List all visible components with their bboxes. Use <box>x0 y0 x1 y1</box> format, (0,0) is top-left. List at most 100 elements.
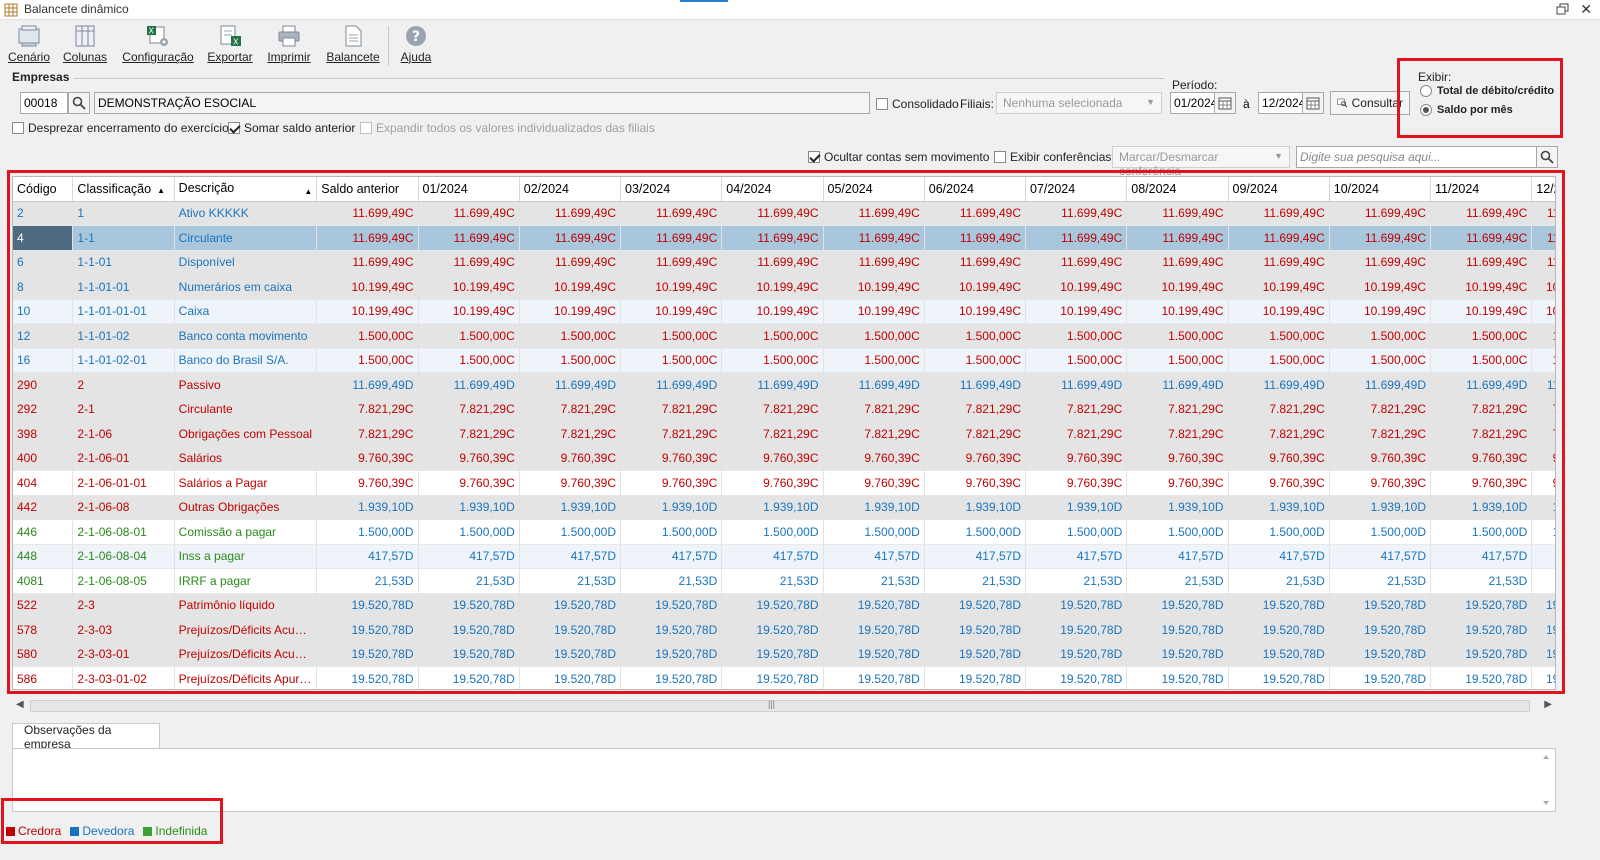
somar-label: Somar saldo anterior <box>244 121 356 135</box>
radio-circle <box>1420 85 1432 97</box>
configuration-label: Configuração <box>122 50 194 64</box>
exibir-label: Exibir: <box>1418 70 1452 84</box>
trial-balance-button[interactable]: Balancete <box>326 24 380 70</box>
trial-balance-label: Balancete <box>326 50 380 64</box>
document-icon <box>345 25 362 47</box>
checkbox-box-checked <box>228 122 240 134</box>
period-from-input[interactable]: 01/2024 <box>1170 92 1216 114</box>
radio-total-label: Total de débito/crédito <box>1437 85 1555 97</box>
legend-devedora: Devedora <box>70 824 134 838</box>
checkbox-box <box>12 122 24 134</box>
period-to-calendar-button[interactable] <box>1302 92 1324 114</box>
filiais-select[interactable]: Nenhuma selecionada ▼ <box>996 92 1162 114</box>
tab-observacoes-label: Observações da empresa <box>24 722 112 751</box>
title-bar: Balancete dinâmico ✕ <box>0 0 1600 20</box>
company-code-input[interactable]: 00018 <box>20 92 68 114</box>
chevron-down-icon: ▼ <box>1274 151 1283 161</box>
checkbox-box <box>994 151 1006 163</box>
filiais-value: Nenhuma selecionada <box>1003 96 1123 110</box>
columns-icon <box>75 25 95 47</box>
help-button[interactable]: ? Ajuda <box>396 24 436 70</box>
legend-credora: Credora <box>6 824 61 838</box>
query-icon <box>1337 98 1348 108</box>
marcar-conferencia-select[interactable]: Marcar/Desmarcar conferência ▼ <box>1112 146 1290 178</box>
ocultar-contas-checkbox[interactable]: Ocultar contas sem movimento <box>808 150 989 164</box>
scenario-button[interactable]: Cenário <box>8 24 50 70</box>
period-separator: à <box>1243 97 1250 111</box>
observacoes-textarea[interactable] <box>12 748 1556 812</box>
vertical-scrollbar[interactable] <box>1539 751 1553 809</box>
checkbox-box-checked <box>808 151 820 163</box>
desprezar-label: Desprezar encerramento do exercício <box>28 121 229 135</box>
legend: Credora Devedora Indefinida <box>6 824 216 838</box>
columns-label: Colunas <box>62 50 108 64</box>
radio-saldo-label: Saldo por mês <box>1437 104 1513 116</box>
print-label: Imprimir <box>267 50 311 64</box>
horizontal-scrollbar[interactable]: ◀ ||| ▶ <box>12 697 1556 715</box>
legend-swatch <box>70 826 80 836</box>
calendar-icon <box>1306 97 1320 110</box>
period-from-calendar-button[interactable] <box>1214 92 1236 114</box>
radio-total-debito-credito[interactable]: Total de débito/crédito <box>1420 85 1554 97</box>
restore-window-icon[interactable] <box>1556 3 1570 15</box>
printer-icon <box>278 25 300 47</box>
period-to-input[interactable]: 12/2024 <box>1258 92 1304 114</box>
company-search-button[interactable] <box>68 92 90 114</box>
svg-text:X: X <box>233 38 239 47</box>
grip-icon: ||| <box>768 699 776 709</box>
svg-text:X: X <box>149 27 155 36</box>
periodo-label: Período: <box>1172 78 1218 92</box>
scroll-left-icon[interactable]: ◀ <box>16 699 24 710</box>
close-window-icon[interactable]: ✕ <box>1580 1 1592 18</box>
excel-config-icon: X <box>147 26 168 46</box>
exibir-conf-label: Exibir conferências <box>1010 150 1112 164</box>
radio-saldo-por-mes[interactable]: Saldo por mês <box>1420 104 1513 116</box>
scenario-label: Cenário <box>8 50 51 64</box>
somar-saldo-checkbox[interactable]: Somar saldo anterior <box>228 121 355 135</box>
chevron-down-icon: ▼ <box>1146 97 1155 107</box>
consolidado-checkbox[interactable]: Consolidado <box>876 97 959 111</box>
columns-button[interactable]: Colunas <box>62 24 108 70</box>
scroll-thumb[interactable] <box>30 700 1530 712</box>
radio-circle-selected <box>1420 104 1432 116</box>
svg-text:?: ? <box>412 29 420 45</box>
search-icon <box>72 96 86 110</box>
export-button[interactable]: X Exportar <box>206 24 254 70</box>
checkbox-box <box>360 122 372 134</box>
title-accent <box>680 0 728 2</box>
filiais-label: Filiais: <box>960 97 995 111</box>
legend-swatch <box>143 826 153 836</box>
legend-devedora-label: Devedora <box>82 824 135 838</box>
spreadsheet-app-icon <box>4 3 18 17</box>
legend-indefinida: Indefinida <box>143 824 207 838</box>
help-label: Ajuda <box>400 50 432 64</box>
exibir-conferencias-checkbox[interactable]: Exibir conferências <box>994 150 1111 164</box>
help-icon: ? <box>406 26 426 46</box>
configuration-button[interactable]: X Configuração <box>122 24 194 70</box>
legend-indefinida-label: Indefinida <box>155 824 208 838</box>
search-icon <box>1540 150 1554 164</box>
export-label: Exportar <box>207 50 253 64</box>
window-title: Balancete dinâmico <box>24 2 129 16</box>
ocultar-label: Ocultar contas sem movimento <box>824 150 990 164</box>
scenario-icon <box>18 25 40 47</box>
desprezar-checkbox[interactable]: Desprezar encerramento do exercício <box>12 121 229 135</box>
consultar-label: Consultar <box>1351 96 1403 110</box>
scroll-right-icon[interactable]: ▶ <box>1544 699 1552 710</box>
toolbar-separator <box>388 26 389 66</box>
legend-swatch <box>6 826 15 836</box>
consolidado-label: Consolidado <box>892 97 959 111</box>
grid-highlight <box>7 170 1565 694</box>
print-button[interactable]: Imprimir <box>264 24 314 70</box>
checkbox-box <box>876 98 888 110</box>
calendar-icon <box>1218 97 1232 110</box>
expandir-label: Expandir todos os valores individualizad… <box>376 121 655 135</box>
expandir-checkbox[interactable]: Expandir todos os valores individualizad… <box>360 121 655 135</box>
tab-observacoes[interactable]: Observações da empresa <box>12 722 160 751</box>
search-input[interactable]: Digite sua pesquisa aqui... <box>1296 146 1538 168</box>
empresas-label: Empresas <box>12 70 70 84</box>
excel-export-icon: X <box>220 25 241 47</box>
legend-credora-label: Credora <box>18 824 62 838</box>
section-divider <box>74 78 1164 79</box>
grid-search-button[interactable] <box>1536 146 1558 168</box>
